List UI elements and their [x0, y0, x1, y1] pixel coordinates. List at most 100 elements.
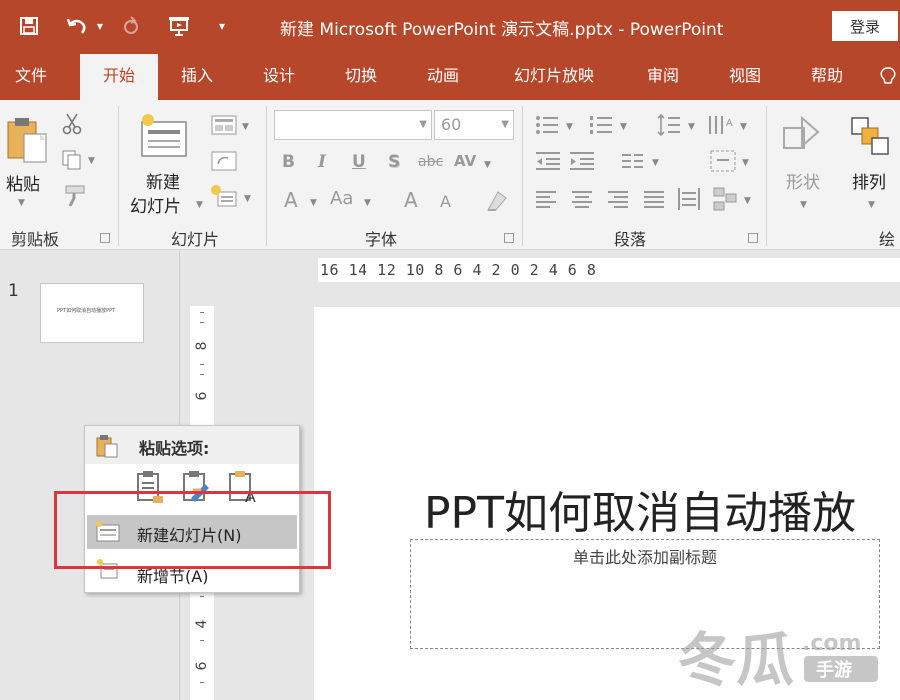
italic-button[interactable]: I: [318, 152, 326, 172]
new-slide-label-line2[interactable]: 幻灯片: [130, 192, 181, 217]
tab-file[interactable]: 文件: [0, 54, 62, 100]
chevron-down-icon[interactable]: ▼: [652, 158, 659, 168]
align-right-icon[interactable]: [606, 188, 630, 210]
chevron-down-icon[interactable]: ▼: [868, 200, 875, 210]
chevron-down-icon[interactable]: ▼: [310, 198, 317, 208]
char-spacing-button[interactable]: AV: [454, 152, 476, 170]
chevron-down-icon[interactable]: ▼: [18, 198, 25, 208]
customize-qat-icon[interactable]: ▾: [214, 12, 230, 40]
dialog-launcher-icon[interactable]: [100, 233, 110, 243]
align-center-icon[interactable]: [570, 188, 594, 210]
columns-icon[interactable]: [620, 150, 646, 172]
tab-view[interactable]: 视图: [714, 54, 776, 100]
chevron-down-icon[interactable]: ▼: [88, 156, 95, 166]
chevron-down-icon[interactable]: ▼: [800, 200, 807, 210]
dialog-launcher-icon[interactable]: [504, 233, 514, 243]
chevron-down-icon[interactable]: ▼: [196, 200, 203, 210]
justify-icon[interactable]: [642, 188, 666, 210]
ribbon: 粘贴 ▼ ▼ 剪贴板 新建 幻灯片 ▼ ▼ ▼ 幻灯片 ▼ 60 ▼ B I U …: [0, 100, 900, 250]
font-color-button[interactable]: A: [284, 188, 298, 212]
tab-insert[interactable]: 插入: [166, 54, 228, 100]
slide-thumbnail[interactable]: PPT如何取消自动播放PPT: [40, 283, 144, 343]
tab-help[interactable]: 帮助: [796, 54, 858, 100]
decrease-indent-icon[interactable]: [534, 150, 562, 172]
group-divider: [522, 106, 523, 246]
reset-slide-icon[interactable]: [210, 150, 238, 172]
chevron-down-icon[interactable]: ▼: [566, 122, 573, 132]
ribbon-tabs: 文件 开始 插入 设计 切换 动画 幻灯片放映 审阅 视图 帮助: [0, 54, 900, 100]
chevron-down-icon[interactable]: ▼: [484, 160, 491, 170]
ruler-labels: 16 14 12 10 8 6 4 2 0 2 4 6 8: [320, 261, 597, 279]
new-slide-icon[interactable]: [136, 112, 190, 160]
chevron-down-icon[interactable]: ▼: [744, 196, 751, 206]
cut-icon[interactable]: [60, 112, 84, 136]
svg-text:.com: .com: [802, 631, 861, 656]
section-icon[interactable]: [210, 184, 238, 208]
paste-icon: [96, 435, 118, 458]
change-case-button[interactable]: Aa: [330, 188, 353, 209]
paste-icon[interactable]: [4, 116, 50, 166]
tab-animations[interactable]: 动画: [412, 54, 474, 100]
font-name-dropdown[interactable]: ▼: [274, 110, 432, 140]
subtitle-placeholder-text: 单击此处添加副标题: [572, 548, 717, 567]
paste-options-label: 粘贴选项:: [139, 439, 210, 458]
chevron-down-icon[interactable]: ▼: [620, 122, 627, 132]
bullets-icon[interactable]: [534, 114, 560, 136]
shapes-label[interactable]: 形状: [786, 168, 820, 193]
align-text-icon[interactable]: [708, 148, 738, 174]
chevron-down-icon[interactable]: ▼: [244, 194, 251, 204]
chevron-down-icon[interactable]: ▼: [364, 198, 371, 208]
chevron-down-icon[interactable]: ▼: [688, 122, 695, 132]
save-icon[interactable]: [14, 12, 44, 40]
tab-review[interactable]: 审阅: [632, 54, 694, 100]
text-direction-icon[interactable]: A: [706, 112, 736, 138]
tab-design[interactable]: 设计: [248, 54, 310, 100]
copy-icon[interactable]: [60, 148, 84, 172]
ruler-tick: [200, 640, 204, 641]
paste-label[interactable]: 粘贴: [6, 170, 40, 195]
shrink-font-button[interactable]: A: [440, 192, 451, 211]
distributed-icon[interactable]: [676, 186, 702, 212]
text-shadow-button[interactable]: S: [388, 152, 400, 172]
ruler-number: 6: [194, 391, 210, 401]
tab-slideshow[interactable]: 幻灯片放映: [496, 54, 612, 100]
align-left-icon[interactable]: [534, 188, 558, 210]
new-slide-label-line1[interactable]: 新建: [146, 168, 180, 193]
tab-home[interactable]: 开始: [80, 54, 158, 100]
format-painter-icon[interactable]: [60, 184, 88, 208]
underline-button[interactable]: U: [352, 152, 366, 172]
font-size-dropdown[interactable]: 60 ▼: [434, 110, 514, 140]
chevron-down-icon[interactable]: ▼: [740, 122, 747, 132]
ruler-tick: [200, 682, 204, 683]
smartart-icon[interactable]: [712, 186, 740, 212]
chevron-down-icon[interactable]: ▼: [242, 122, 249, 132]
undo-dropdown-icon[interactable]: ▼: [94, 12, 106, 40]
login-button[interactable]: 登录: [832, 11, 898, 41]
grow-font-button[interactable]: A: [404, 188, 418, 212]
chevron-down-icon[interactable]: ▼: [742, 158, 749, 168]
undo-icon[interactable]: [62, 12, 92, 40]
chevron-down-icon[interactable]: ▼: [419, 111, 427, 139]
ruler-tick: [200, 596, 204, 597]
bold-button[interactable]: B: [282, 152, 295, 172]
numbering-icon[interactable]: [588, 114, 614, 136]
arrange-icon[interactable]: [848, 114, 892, 158]
dialog-launcher-icon[interactable]: [748, 233, 758, 243]
clear-format-icon[interactable]: [484, 188, 510, 214]
arrange-label[interactable]: 排列: [852, 168, 886, 193]
shapes-icon[interactable]: [780, 114, 824, 158]
tab-transitions[interactable]: 切换: [330, 54, 392, 100]
slide-title[interactable]: PPT如何取消自动播放: [424, 477, 856, 541]
ruler-tick: [200, 364, 204, 365]
horizontal-ruler: 16 14 12 10 8 6 4 2 0 2 4 6 8: [318, 258, 900, 282]
lightbulb-icon[interactable]: [880, 66, 896, 92]
highlight-annotation: [54, 491, 331, 569]
clipboard-group-label: 剪贴板: [10, 230, 59, 249]
increase-indent-icon[interactable]: [568, 150, 596, 172]
line-spacing-icon[interactable]: [656, 112, 682, 138]
chevron-down-icon[interactable]: ▼: [501, 111, 509, 139]
redo-icon[interactable]: [118, 12, 144, 40]
slideshow-from-start-icon[interactable]: [164, 12, 194, 40]
layout-icon[interactable]: [210, 114, 238, 136]
strikethrough-button[interactable]: abc: [418, 154, 443, 170]
